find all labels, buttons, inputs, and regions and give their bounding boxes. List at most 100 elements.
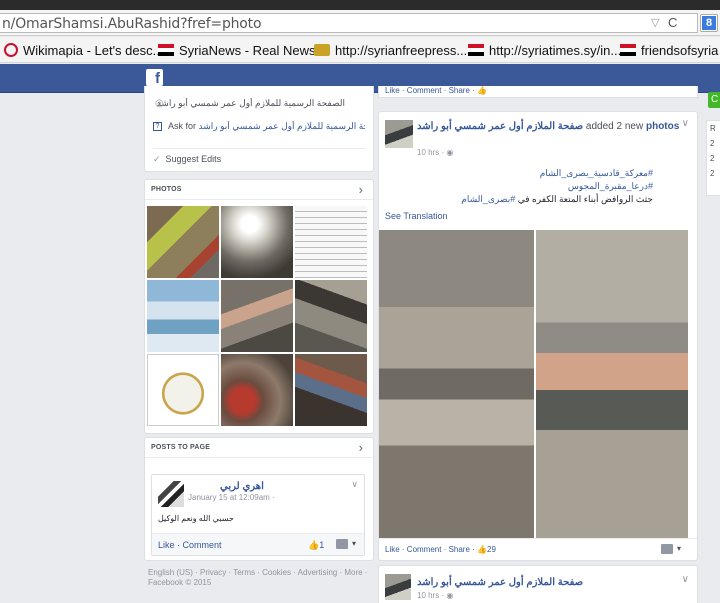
post-photo-left[interactable] xyxy=(379,230,534,538)
bookmark-syrianfreepress[interactable]: http://syrianfreepress.... xyxy=(314,41,471,59)
suggest-edits-label: Suggest Edits xyxy=(165,154,222,164)
share-icon[interactable] xyxy=(661,544,673,554)
like-comment-links[interactable]: Like · Comment xyxy=(158,540,222,550)
hashtag-link[interactable]: #معركة_قادسية_بصرى_الشام xyxy=(540,168,653,179)
syria-flag-icon xyxy=(158,44,174,56)
url-dropdown-icon[interactable]: ▽ xyxy=(651,16,659,29)
page-name-link[interactable]: صفحة الملازم أول عمر شمسي أبو راشد xyxy=(417,121,583,132)
right-action-button[interactable]: C xyxy=(708,92,720,108)
reload-icon[interactable]: C xyxy=(668,15,677,30)
chevron-right-icon[interactable]: › xyxy=(359,182,363,197)
bookmarks-bar: Wikimapia - Let's desc... SyriaNews - Re… xyxy=(0,37,720,63)
post-photo-right[interactable] xyxy=(536,230,688,538)
photo-thumbnail-map[interactable] xyxy=(147,206,219,278)
hashtag-link[interactable]: #بصرى_الشام xyxy=(461,194,515,204)
posts-header[interactable]: POSTS TO PAGE › xyxy=(145,438,373,458)
post-time-text: 10 hrs · xyxy=(417,148,447,157)
search-engine-icon: 8 xyxy=(702,16,716,30)
window-titlebar xyxy=(0,0,720,10)
bookmark-label: http://syriatimes.sy/in... xyxy=(489,42,622,58)
photo-thumbnail-scene-2[interactable] xyxy=(295,280,367,352)
see-translation-link[interactable]: See Translation xyxy=(385,211,448,221)
syria-flag-icon xyxy=(620,44,636,56)
facebook-logo-icon[interactable]: f xyxy=(146,69,163,87)
bookmark-syriatimes[interactable]: http://syriatimes.sy/in... xyxy=(468,41,621,59)
post-body-line: جثث الروافض أبناء المتعة الكفره في #بصرى… xyxy=(461,194,653,205)
bookmark-label: friendsofsyria | xyxy=(641,42,720,58)
post-time[interactable]: 10 hrs · ◉ xyxy=(417,148,453,157)
syria-flag-icon xyxy=(468,44,484,56)
avatar[interactable] xyxy=(385,574,411,600)
question-icon: ? xyxy=(153,122,162,132)
photos-link[interactable]: photos xyxy=(646,121,679,132)
right-column-item: R xyxy=(710,124,716,133)
post-header: صفحة الملازم أول عمر شمسي أبو راشد added… xyxy=(417,121,687,132)
photo-thumbnail-document[interactable] xyxy=(295,206,367,278)
chevron-down-icon[interactable]: ∨ xyxy=(682,118,689,129)
photo-thumbnail-scene-4[interactable] xyxy=(295,354,367,426)
emblem-icon xyxy=(314,44,330,56)
page-footer[interactable]: English (US) · Privacy · Terms · Cookies… xyxy=(148,568,370,588)
thumbs-up-icon: 👍 xyxy=(308,540,320,550)
like-count-value: 1 xyxy=(319,540,325,550)
bookmark-wikimapia[interactable]: Wikimapia - Let's desc... xyxy=(4,41,163,59)
added-text: added 2 new xyxy=(583,121,646,132)
post-body: جثث الروافض أبناء المتعة الكفره في xyxy=(517,194,653,204)
main-post: صفحة الملازم أول عمر شمسي أبو راشد added… xyxy=(378,111,698,561)
right-column-item: 2 xyxy=(710,154,715,163)
suggest-edits-button[interactable]: ✓ Suggest Edits xyxy=(153,148,366,165)
photo-thumbnail-tower[interactable] xyxy=(147,280,219,352)
dropdown-arrow-icon[interactable]: ▾ xyxy=(352,539,356,548)
photos-card: PHOTOS › xyxy=(144,179,374,434)
chevron-down-icon[interactable]: ∨ xyxy=(682,574,689,585)
website-link[interactable]: صفحة الرسمية للملازم أول عمر شمسي أبو را… xyxy=(199,121,365,131)
thumbs-up-icon: 👍 xyxy=(477,86,487,95)
post-time[interactable]: 10 hrs · ◉ xyxy=(417,591,453,600)
globe-icon: ◉ xyxy=(446,148,454,157)
chevron-right-icon[interactable]: › xyxy=(359,440,363,455)
chevron-down-icon[interactable]: ∨ xyxy=(351,479,358,490)
bookmark-label: SyriaNews - Real News... xyxy=(179,42,327,58)
bookmark-syrianews[interactable]: SyriaNews - Real News... xyxy=(158,41,326,59)
url-text: n/OmarShamsi.AbuRashid?fref=photo xyxy=(2,16,262,32)
bookmark-friendsofsyria[interactable]: friendsofsyria | xyxy=(620,41,720,59)
bookmark-label: Wikimapia - Let's desc... xyxy=(23,42,164,58)
globe-icon: ◉ xyxy=(446,591,454,600)
photos-header[interactable]: PHOTOS › xyxy=(145,180,373,200)
avatar[interactable] xyxy=(158,481,184,507)
page-name-link[interactable]: صفحة الملازم أول عمر شمسي أبو راشد xyxy=(417,577,583,588)
like-count[interactable]: 👍1 xyxy=(308,540,324,551)
post-author[interactable]: اهري لربي xyxy=(220,481,264,492)
photo-thumbnail-scene-3[interactable] xyxy=(221,354,293,426)
page-description-row: ◎ الصفحة الرسمية للملازم أول عمر شمسي أب… xyxy=(153,98,345,109)
visitor-post: اهري لربي January 15 at 12:09am · ∨ حسبي… xyxy=(151,474,365,556)
info-icon: ◎ xyxy=(155,98,164,109)
post-date[interactable]: January 15 at 12:09am · xyxy=(188,493,275,502)
check-icon: ✓ xyxy=(153,154,161,164)
share-icon[interactable] xyxy=(336,539,348,549)
right-column-card: R 2 2 2 xyxy=(706,120,720,196)
avatar[interactable] xyxy=(385,120,413,148)
photos-title: PHOTOS xyxy=(151,186,182,193)
address-bar: n/OmarShamsi.AbuRashid?fref=photo ▽ C 8 xyxy=(0,10,720,36)
previous-post-actions[interactable]: Like · Comment · Share · 👍 xyxy=(385,86,487,95)
about-card: ◎ الصفحة الرسمية للملازم أول عمر شمسي أب… xyxy=(144,86,374,172)
bookmark-label: http://syrianfreepress.... xyxy=(335,42,471,58)
action-links: Like · Comment · Share · xyxy=(385,86,478,95)
search-engine-button[interactable]: 8 xyxy=(700,14,718,32)
hashtag-link[interactable]: #درعا_مقبرة_المجوس xyxy=(568,181,653,192)
photo-thumbnail-scene-1[interactable] xyxy=(221,280,293,352)
post-footer: Like · Comment 👍1 ▾ xyxy=(152,533,364,555)
website-row[interactable]: ? Ask for صفحة الرسمية للملازم أول عمر شم… xyxy=(153,121,365,132)
dropdown-arrow-icon[interactable]: ▾ xyxy=(677,544,681,553)
like-comment-share-links[interactable]: Like · Comment · Share · 👍29 xyxy=(385,545,496,554)
post-message: حسبي الله ونعم الوكيل xyxy=(158,514,234,523)
website-prefix: Ask for xyxy=(168,121,197,131)
wikimapia-icon xyxy=(4,43,18,57)
posts-title: POSTS TO PAGE xyxy=(151,444,211,451)
page-description: الصفحة الرسمية للملازم أول عمر شمسي أبو … xyxy=(156,98,345,108)
right-column-item: 2 xyxy=(710,169,715,178)
url-field[interactable]: n/OmarShamsi.AbuRashid?fref=photo ▽ C xyxy=(0,13,698,33)
photo-thumbnail-logo[interactable] xyxy=(147,354,219,426)
photo-thumbnail-explosion[interactable] xyxy=(221,206,293,278)
